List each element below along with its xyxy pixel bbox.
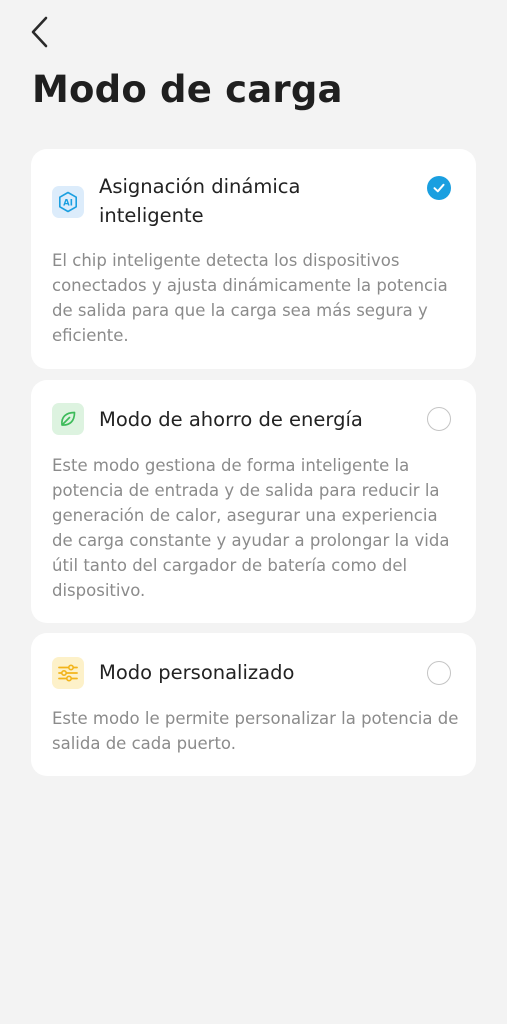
radio-unchecked[interactable] [427,407,451,431]
option-card-custom-mode[interactable]: Modo personalizado Este modo le permite … [31,633,476,776]
ai-icon-label: AI [63,199,73,209]
radio-unchecked[interactable] [427,661,451,685]
option-card-dynamic-allocation[interactable]: AI Asignación dinámica inteligente El ch… [31,149,476,369]
ai-chip-icon: AI [52,186,84,218]
option-title: Asignación dinámica inteligente [99,175,301,227]
page-title: Modo de carga [32,68,343,111]
checkmark-icon [433,183,445,193]
option-title: Modo personalizado [99,661,295,684]
option-description: El chip inteligente detecta los disposit… [52,251,448,345]
option-description: Este modo le permite personalizar la pot… [52,709,459,753]
option-description: Este modo gestiona de forma inteligente … [52,456,450,600]
option-card-energy-saving[interactable]: Modo de ahorro de energía Este modo gest… [31,380,476,623]
leaf-icon [52,403,84,435]
radio-checked[interactable] [427,176,451,200]
option-title: Modo de ahorro de energía [99,408,363,431]
charging-mode-screen: Modo de carga AI Asignación dinámica int… [0,0,507,1024]
sliders-icon [52,657,84,689]
chevron-left-icon [31,16,48,48]
back-button[interactable] [22,12,58,52]
